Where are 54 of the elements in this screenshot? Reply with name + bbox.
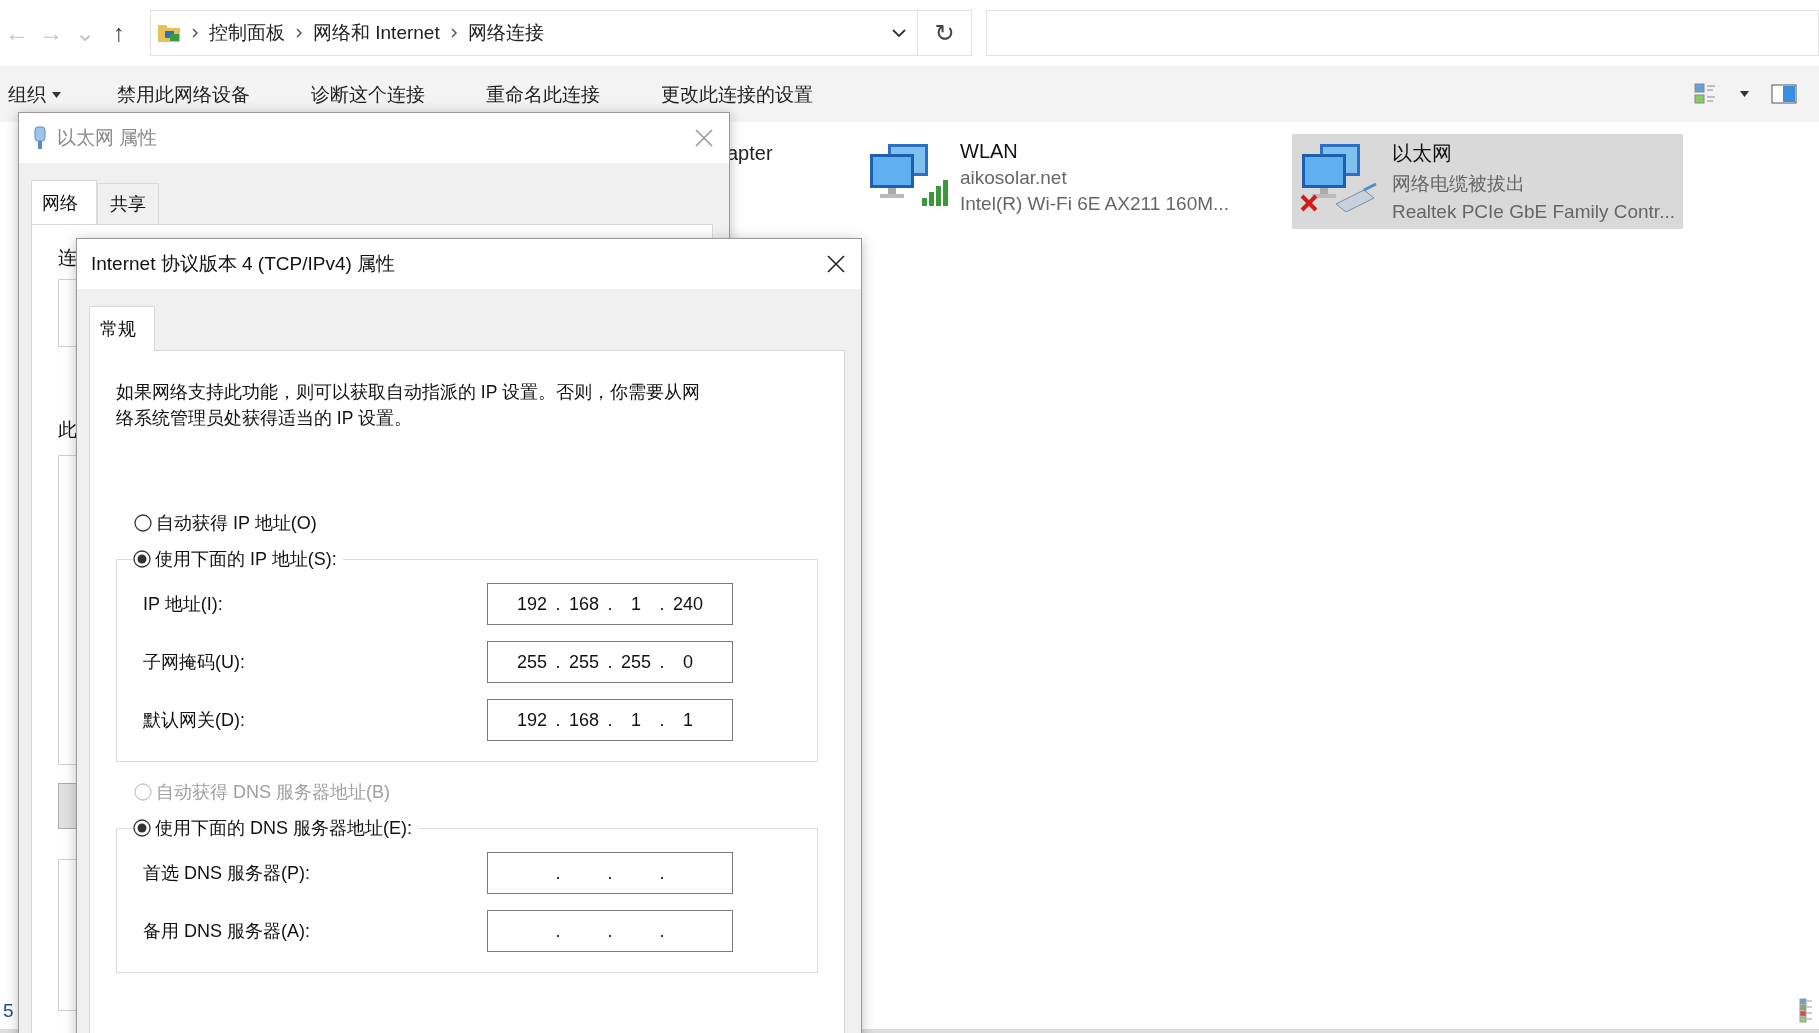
view-options-icon[interactable] [1694,82,1718,106]
toolbar-button[interactable]: 更改此连接的设置 [661,82,813,108]
adapter-name: Realtek PCIe GbE Family Contr... [1392,201,1675,223]
caret-icon [52,92,61,98]
ip-address-field[interactable]: 192 . 168 . 1 . 1 [487,699,733,741]
toolbar-button[interactable]: 诊断这个连接 [311,82,425,108]
item-count: 5 [3,1000,14,1022]
field-label: 备用 DNS 服务器(A): [143,920,311,943]
connection-name: 以太网 [1392,141,1453,166]
field-label: IP 地址(I): [143,593,224,616]
chevron-icon [191,27,199,39]
ip-address-field[interactable]: . . . [487,852,733,894]
adapter-name: Intel(R) Wi-Fi 6E AX211 160M... [960,193,1229,215]
ip-address-field[interactable]: 192 . 168 . 1 . 240 [487,583,733,625]
caret-icon[interactable] [1740,91,1749,97]
tab[interactable]: 共享 [97,183,159,224]
field-label: 默认网关(D): [143,709,246,732]
label: 连 [58,247,77,268]
radio-option[interactable]: 使用下面的 DNS 服务器地址(E): [133,816,412,840]
tab[interactable]: 常规 [89,306,155,351]
details-view-icon[interactable] [1799,998,1813,1024]
window-title: 以太网 属性 [57,126,159,150]
connection-item[interactable]: 以太网 网络电缆被拔出 Realtek PCIe GbE Family Contr... [1292,134,1683,229]
chevron-icon [295,27,303,39]
preview-pane-icon[interactable] [1771,84,1797,104]
field-label: 首选 DNS 服务器(P): [143,862,311,885]
ip-address-field[interactable]: 255 . 255 . 255 . 0 [487,641,733,683]
network-adapter-icon [33,126,47,150]
connection-item[interactable]: WLAN aikosolar.net Intel(R) Wi-Fi 6E AX211 160M... [860,134,1292,221]
dropdown-icon[interactable] [891,28,907,38]
toolbar-button[interactable]: 组织 [8,82,61,108]
close-icon[interactable] [825,253,847,275]
nav-button[interactable]: ↑ [102,19,136,47]
breadcrumb[interactable]: 网络连接 [467,20,544,46]
address-bar[interactable]: 控制面板 网络和 Internet 网络连接 [150,10,918,56]
network-folder-icon [157,22,181,44]
toolbar-button[interactable]: 禁用此网络设备 [117,82,250,108]
radio-option[interactable]: 自动获得 IP 地址(O) [134,511,818,535]
tab[interactable]: 网络 [31,180,97,225]
description-text: 如果网络支持此功能，则可以获取自动指派的 IP 设置。否则，你需要从网络系统管理员处获得适当的 IP 设置。 [116,381,701,430]
label: 此 [58,419,77,440]
connection-status: 网络电缆被拔出 [1392,172,1526,196]
breadcrumb[interactable]: 网络和 Internet [313,20,440,46]
window-title: Internet 协议版本 4 (TCP/IPv4) 属性 [91,252,397,276]
toolbar-button[interactable]: 重命名此连接 [486,82,600,108]
ip-address-field[interactable]: . . . [487,910,733,952]
connection-name: WLAN [960,140,1019,163]
radio-option[interactable]: 使用下面的 IP 地址(S): [133,547,337,571]
connection-status: aikosolar.net [960,167,1068,189]
field-label: 子网掩码(U): [143,651,246,674]
chevron-icon [449,27,458,39]
search-field[interactable] [986,10,1819,56]
breadcrumb[interactable]: 控制面板 [209,20,285,46]
refresh-button[interactable]: ↻ [918,10,972,56]
